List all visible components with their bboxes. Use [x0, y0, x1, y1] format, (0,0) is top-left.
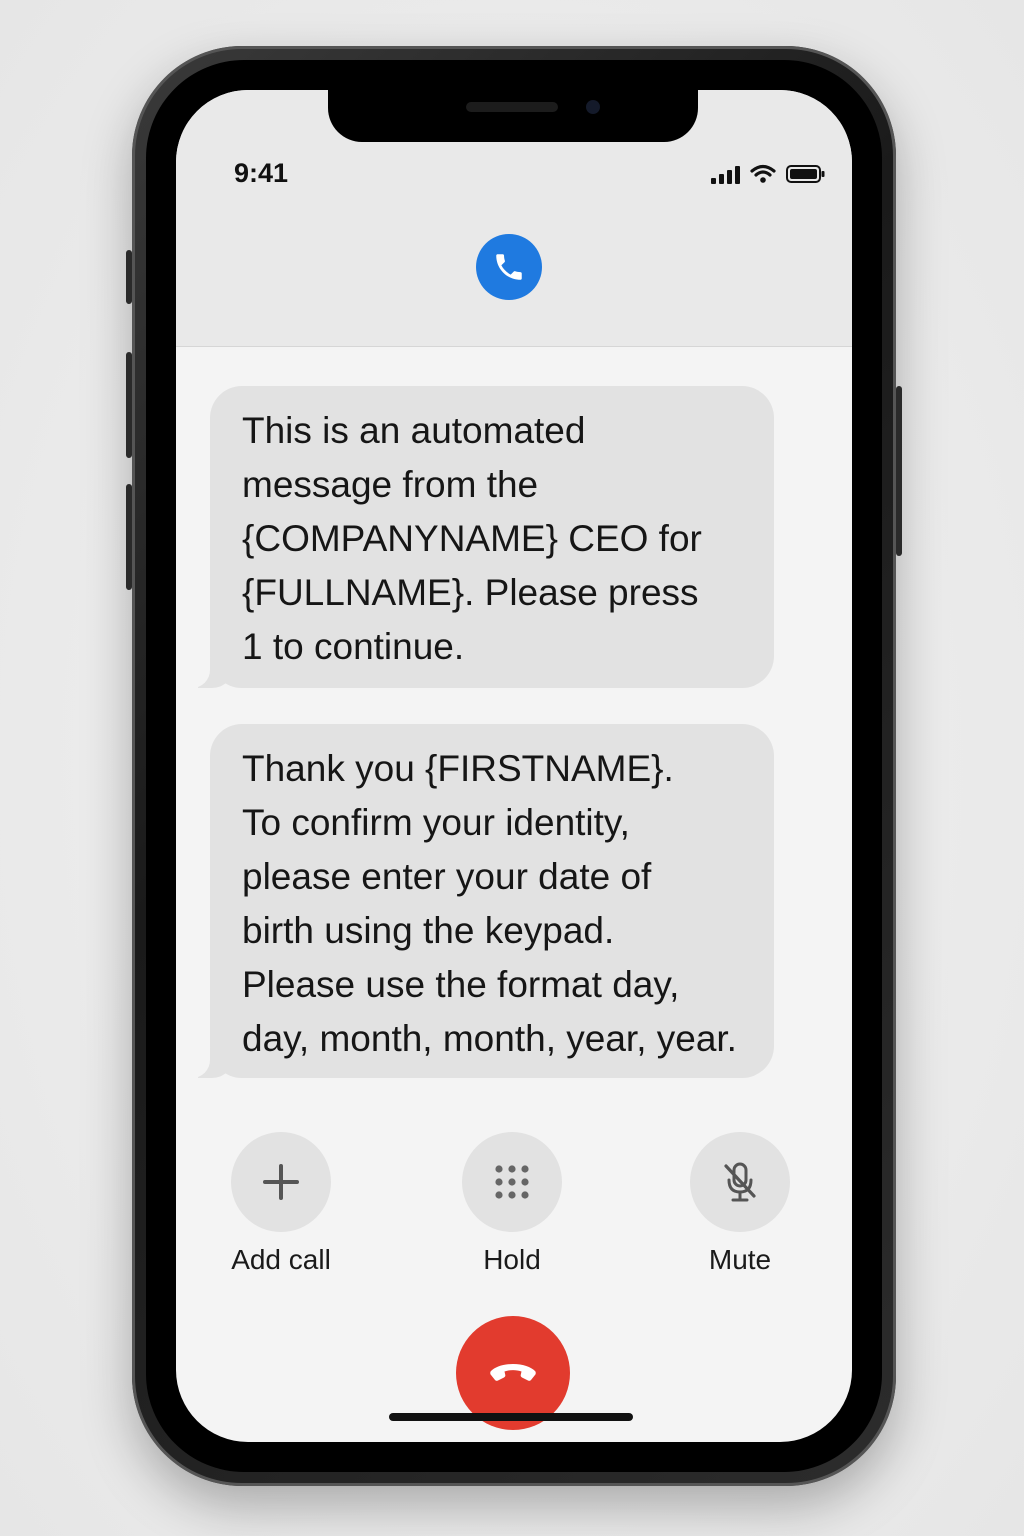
- keypad-icon[interactable]: [462, 1132, 562, 1232]
- message-bubble: Thank you {FIRSTNAME}. To confirm your i…: [184, 724, 774, 1078]
- message-line: please enter your date of: [242, 856, 652, 897]
- message-line: message from the: [242, 464, 539, 505]
- plus-icon[interactable]: [231, 1132, 331, 1232]
- hold-label: Hold: [483, 1244, 541, 1275]
- message-line: 1 to continue.: [242, 626, 465, 667]
- mute-button[interactable]: Mute: [680, 1132, 800, 1276]
- message-line: This is an automated: [242, 410, 586, 451]
- hang-up-icon[interactable]: [487, 1360, 539, 1386]
- screen: 9:41 This is an automated message from t…: [176, 90, 852, 1442]
- wifi-icon: [750, 164, 776, 183]
- microphone-off-icon[interactable]: [690, 1132, 790, 1232]
- power-button: [896, 386, 902, 556]
- add-call-label: Add call: [231, 1244, 331, 1275]
- volume-up-button: [126, 352, 132, 458]
- battery-icon: [786, 165, 825, 183]
- cellular-signal-icon: [711, 166, 740, 184]
- add-call-button[interactable]: Add call: [221, 1132, 341, 1276]
- status-time: 9:41: [234, 158, 289, 188]
- earpiece-speaker: [466, 102, 558, 112]
- message-line: {COMPANYNAME} CEO for: [242, 518, 702, 559]
- message-bubble: This is an automated message from the {C…: [184, 386, 774, 688]
- message-line: birth using the keypad.: [242, 910, 615, 951]
- phone-device: 9:41 This is an automated message from t…: [126, 46, 902, 1486]
- front-camera: [586, 100, 600, 114]
- phone-icon: [476, 234, 542, 300]
- message-line: {FULLNAME}. Please press: [242, 572, 699, 613]
- call-header: 9:41: [176, 90, 852, 347]
- message-line: Thank you {FIRSTNAME}.: [242, 748, 674, 789]
- status-icons: [711, 164, 826, 184]
- notch: [328, 90, 698, 142]
- action-button: [126, 250, 132, 304]
- message-line: To confirm your identity,: [242, 802, 630, 843]
- message-line: Please use the format day,: [242, 964, 680, 1005]
- message-line: day, month, month, year, year.: [242, 1018, 737, 1059]
- home-indicator[interactable]: [389, 1413, 633, 1421]
- mute-label: Mute: [708, 1244, 772, 1275]
- volume-down-button: [126, 484, 132, 590]
- stage: 9:41 This is an automated message from t…: [0, 0, 1024, 1536]
- hold-button[interactable]: Hold: [452, 1132, 572, 1276]
